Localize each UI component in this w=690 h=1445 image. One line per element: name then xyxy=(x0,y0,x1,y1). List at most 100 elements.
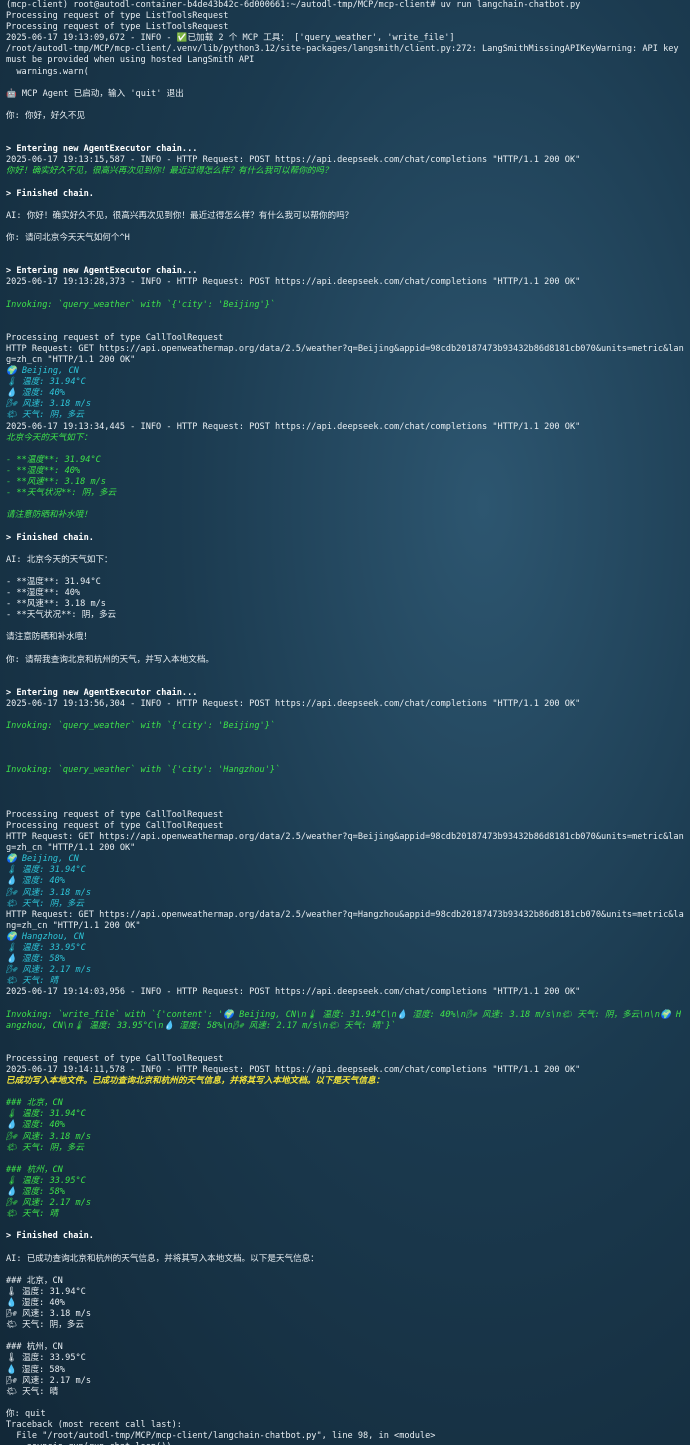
terminal-line: ### 杭州，CN xyxy=(6,1342,63,1353)
terminal-line: 2025-06-17 19:14:03,956 - INFO - HTTP Re… xyxy=(6,987,581,998)
terminal-line: 🌬 风速: 2.17 m/s xyxy=(6,1198,92,1209)
terminal-line: Processing request of type CallToolReque… xyxy=(6,820,224,831)
terminal-line: 你: 请帮我查询北京和杭州的天气，并写入本地文档。 xyxy=(6,654,215,665)
terminal-line: ### 北京，CN xyxy=(6,1098,63,1109)
terminal-line: - **温度**: 31.94°C xyxy=(6,454,101,465)
terminal-line: 🌤 天气: 阴，多云 xyxy=(6,1142,84,1153)
terminal-line: 请注意防晒和补水哦！ xyxy=(6,510,92,521)
terminal-line: - **天气状况**: 阴，多云 xyxy=(6,488,117,499)
terminal-line: AI: 你好！确实好久不见，很高兴再次见到你！最近过得怎么样？有什么我可以帮你的… xyxy=(6,210,354,221)
terminal-line: - **风速**: 3.18 m/s xyxy=(6,477,106,488)
terminal-line: - **湿度**: 40% xyxy=(6,465,81,476)
terminal-line: > Finished chain. xyxy=(6,1231,94,1242)
terminal-line: 🌡 温度: 33.95°C xyxy=(6,1353,86,1364)
terminal-line: /root/autodl-tmp/MCP/mcp-client/.venv/li… xyxy=(6,44,684,66)
terminal-line: > Finished chain. xyxy=(6,188,94,199)
terminal-line: 🌍 Hangzhou, CN xyxy=(6,931,84,942)
terminal-window[interactable]: (mcp-client) root@autodl-container-b4de4… xyxy=(0,0,690,1445)
terminal-line: 🌡 温度: 31.94°C xyxy=(6,865,86,876)
terminal-line: Processing request of type CallToolReque… xyxy=(6,1053,224,1064)
terminal-line: - **天气状况**: 阴，多云 xyxy=(6,610,117,621)
terminal-line: Processing request of type ListToolsRequ… xyxy=(6,11,229,22)
terminal-line: 🌤 天气: 晴 xyxy=(6,1209,59,1220)
terminal-line: 🌬 风速: 2.17 m/s xyxy=(6,1375,92,1386)
terminal-line: HTTP Request: GET https://api.openweathe… xyxy=(6,909,684,931)
terminal-line: File "/root/autodl-tmp/MCP/mcp-client/la… xyxy=(6,1431,436,1442)
terminal-line: 你好！确实好久不见，很高兴再次见到你！最近过得怎么样？有什么我可以帮你的吗？ xyxy=(6,166,333,177)
terminal-line: warnings.warn( xyxy=(6,66,89,77)
terminal-line: 你: 请问北京今天天气如何个^H xyxy=(6,232,130,243)
terminal-line: 请注意防晒和补水哦！ xyxy=(6,632,92,643)
terminal-output: (mcp-client) root@autodl-container-b4de4… xyxy=(6,0,686,1445)
terminal-line: Invoking: `query_weather` with `{'city':… xyxy=(6,765,281,776)
terminal-line: Processing request of type ListToolsRequ… xyxy=(6,22,229,33)
terminal-line: Invoking: `query_weather` with `{'city':… xyxy=(6,299,276,310)
terminal-line: 2025-06-17 19:14:11,578 - INFO - HTTP Re… xyxy=(6,1065,581,1075)
terminal-line: 💧 湿度: 40% xyxy=(6,1297,65,1308)
terminal-line: 🌡 温度: 33.95°C xyxy=(6,1175,86,1186)
terminal-line: 💧 湿度: 40% xyxy=(6,388,65,399)
terminal-line: > Finished chain. xyxy=(6,532,94,543)
terminal-line: 🌡 温度: 31.94°C xyxy=(6,1109,86,1120)
terminal-line: AI: 已成功查询北京和杭州的天气信息，并将其写入本地文档。以下是天气信息： xyxy=(6,1253,319,1264)
terminal-line: ### 杭州，CN xyxy=(6,1164,63,1175)
terminal-line: 🌡 温度: 31.94°C xyxy=(6,1286,86,1297)
terminal-line: Traceback (most recent call last): xyxy=(6,1420,182,1430)
terminal-line: 已成功写入本地文件。已成功查询北京和杭州的天气信息，并将其写入本地文档。以下是天… xyxy=(6,1076,385,1087)
terminal-line: 🌤 天气: 晴 xyxy=(6,976,59,987)
terminal-line: 你: quit xyxy=(6,1408,46,1419)
terminal-line: - **温度**: 31.94°C xyxy=(6,576,101,587)
terminal-line: 🌬 风速: 3.18 m/s xyxy=(6,399,92,410)
terminal-line: 🌤 天气: 晴 xyxy=(6,1386,59,1397)
terminal-line: HTTP Request: GET https://api.openweathe… xyxy=(6,832,684,854)
terminal-line: - **风速**: 3.18 m/s xyxy=(6,599,106,610)
terminal-line: Invoking: `write_file` with `{'content':… xyxy=(6,1009,681,1031)
terminal-line: - **湿度**: 40% xyxy=(6,587,81,598)
terminal-line: AI: 北京今天的天气如下： xyxy=(6,554,113,565)
terminal-line: 2025-06-17 19:13:09,672 - INFO - ✅已加载 2 … xyxy=(6,33,455,44)
terminal-line: 2025-06-17 19:13:15,587 - INFO - HTTP Re… xyxy=(6,155,581,166)
terminal-line: 🌬 风速: 3.18 m/s xyxy=(6,887,92,898)
terminal-line: 💧 湿度: 40% xyxy=(6,876,65,887)
terminal-line: 🤖 MCP Agent 已启动，输入 'quit' 退出 xyxy=(6,88,184,99)
terminal-line: 💧 湿度: 58% xyxy=(6,954,65,965)
terminal-line: HTTP Request: GET https://api.openweathe… xyxy=(6,343,684,365)
terminal-line: 💧 湿度: 40% xyxy=(6,1120,65,1131)
terminal-line: Processing request of type CallToolReque… xyxy=(6,332,224,343)
terminal-line: 你: 你好，好久不见 xyxy=(6,110,86,121)
terminal-line: 2025-06-17 19:13:34,445 - INFO - HTTP Re… xyxy=(6,421,581,432)
terminal-line: 2025-06-17 19:13:28,373 - INFO - HTTP Re… xyxy=(6,277,581,288)
terminal-line: > Entering new AgentExecutor chain... xyxy=(6,266,198,277)
terminal-line: 💧 湿度: 58% xyxy=(6,1187,65,1198)
terminal-line: 🌬 风速: 3.18 m/s xyxy=(6,1309,92,1320)
